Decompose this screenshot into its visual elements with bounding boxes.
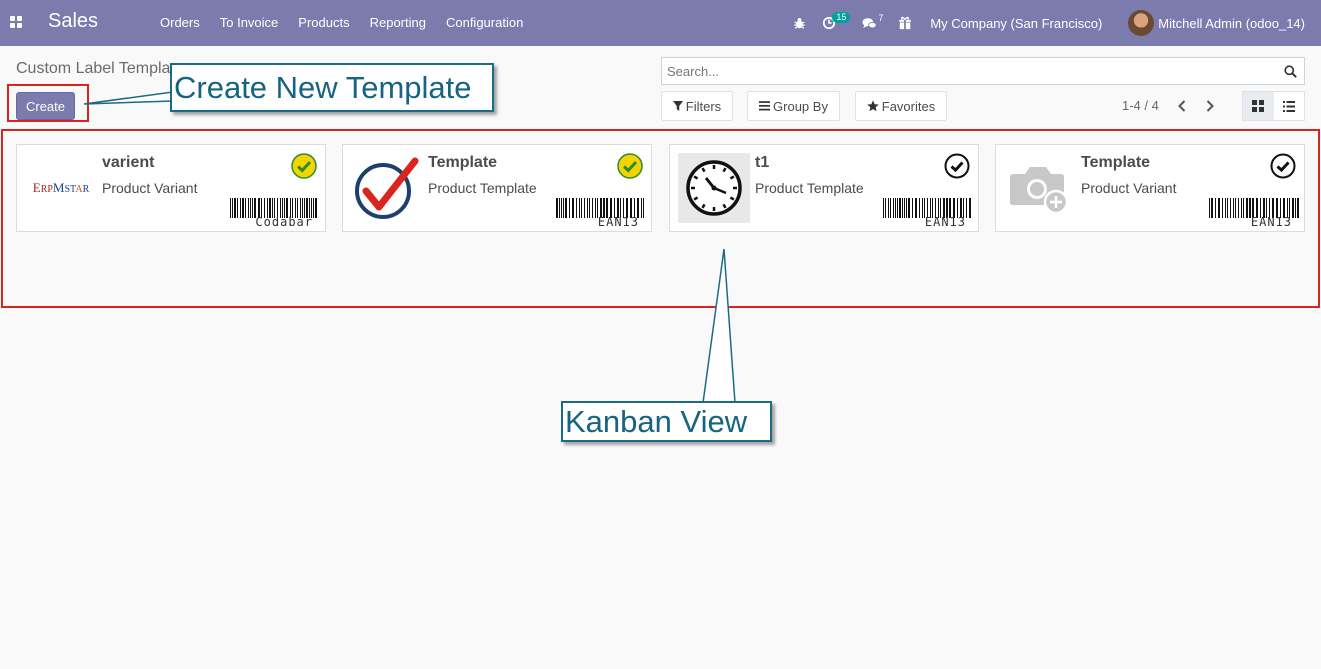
kanban-view-callout: Kanban View: [561, 401, 772, 442]
create-new-template-callout: Create New Template: [170, 63, 494, 112]
